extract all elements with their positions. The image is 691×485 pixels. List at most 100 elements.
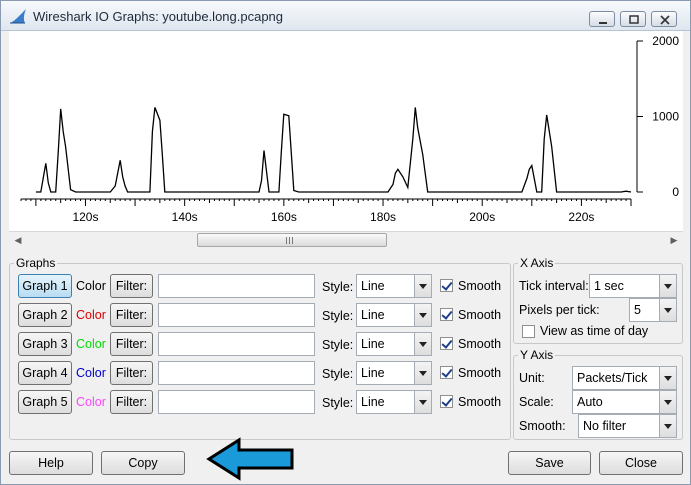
x-tick-label: 160s [271,210,297,224]
chevron-down-icon[interactable] [659,415,676,437]
chevron-down-icon[interactable] [659,367,676,389]
graph-2-smooth-label: Smooth [458,308,502,322]
scroll-left-icon[interactable]: ◀ [11,233,25,247]
chevron-down-icon[interactable] [414,333,431,355]
graphs-group: Graphs Graph 1 Color Filter: Style: Line… [9,256,511,440]
y-axis-group: Y Axis Unit: Packets/Tick Scale: Auto Sm… [513,348,683,440]
scroll-grip-icon [286,237,295,244]
graph-4-filter-input[interactable] [158,361,315,385]
graph-1-color-label[interactable]: Color [76,279,106,293]
unit-select[interactable]: Packets/Tick [572,366,677,390]
scale-value: Auto [577,395,603,409]
copy-button[interactable]: Copy [101,451,185,475]
y-tick-label: 0 [672,185,679,199]
graph-5-smooth-checkbox[interactable] [440,395,453,408]
scale-label: Scale: [519,395,554,409]
chevron-down-icon[interactable] [414,362,431,384]
graph-5-smooth-label: Smooth [458,395,502,409]
graph-4-color-label[interactable]: Color [76,366,106,380]
view-as-time-checkbox[interactable] [522,325,535,338]
graph-4-button[interactable]: Graph 4 [18,361,72,385]
chevron-down-icon[interactable] [414,275,431,297]
scale-select[interactable]: Auto [572,390,677,414]
x-tick-label: 180s [370,210,396,224]
graph-1-button[interactable]: Graph 1 [18,274,72,298]
chevron-down-icon[interactable] [659,299,676,321]
close-window-button[interactable] [651,11,677,27]
graph-1-filter-input[interactable] [158,274,315,298]
graph-4-smooth-checkbox[interactable] [440,366,453,379]
graph-3-smooth-checkbox[interactable] [440,337,453,350]
x-tick-label: 140s [172,210,198,224]
chevron-down-icon[interactable] [659,391,676,413]
time-scrollbar[interactable]: ◀ ▶ [9,231,683,248]
unit-label: Unit: [519,371,545,385]
view-as-time-label: View as time of day [540,324,649,338]
unit-value: Packets/Tick [577,371,648,385]
graph-1-style-value: Line [361,279,385,293]
chevron-down-icon[interactable] [659,275,676,297]
graph-3-color-label[interactable]: Color [76,337,106,351]
graph-3-filter-button[interactable]: Filter: [110,332,153,356]
chevron-down-icon[interactable] [414,304,431,326]
graph-2-style-select[interactable]: Line [356,303,432,327]
scroll-right-icon[interactable]: ▶ [667,233,681,247]
title-bar: Wireshark IO Graphs: youtube.long.pcapng [1,1,690,31]
y-axis-legend: Y Axis [518,348,556,362]
chevron-down-icon[interactable] [414,391,431,413]
graph-1-style-label: Style: [322,280,354,294]
x-tick-label: 120s [72,210,98,224]
y-smooth-select[interactable]: No filter [578,414,677,438]
maximize-icon [629,15,639,24]
tick-interval-select[interactable]: 1 sec [589,274,677,298]
graph-1-filter-button[interactable]: Filter: [110,274,153,298]
graph-4-style-value: Line [361,366,385,380]
y-smooth-value: No filter [583,419,627,433]
graph-2-color-label[interactable]: Color [76,308,106,322]
y-tick-label: 1000 [652,110,679,124]
series-line-1 [35,107,632,193]
y-tick-label: 2000 [652,34,679,48]
graph-2-style-label: Style: [322,309,354,323]
graph-1-smooth-checkbox[interactable] [440,279,453,292]
x-axis-group: X Axis Tick interval: 1 sec Pixels per t… [513,256,683,344]
graph-3-button[interactable]: Graph 3 [18,332,72,356]
graph-3-filter-input[interactable] [158,332,315,356]
tick-interval-label: Tick interval: [519,279,589,293]
maximize-button[interactable] [620,11,646,27]
graph-5-color-label[interactable]: Color [76,395,106,409]
graph-3-style-label: Style: [322,338,354,352]
wireshark-fin-icon [10,9,26,24]
graph-1-smooth-label: Smooth [458,279,502,293]
graph-5-style-select[interactable]: Line [356,390,432,414]
close-button[interactable]: Close [599,451,683,475]
graph-5-filter-input[interactable] [158,390,315,414]
graph-2-filter-input[interactable] [158,303,315,327]
graph-4-style-select[interactable]: Line [356,361,432,385]
graph-4-filter-button[interactable]: Filter: [110,361,153,385]
graph-5-button[interactable]: Graph 5 [18,390,72,414]
graph-4-style-label: Style: [322,367,354,381]
pixels-per-tick-select[interactable]: 5 [629,298,677,322]
graph-2-filter-button[interactable]: Filter: [110,303,153,327]
graph-2-style-value: Line [361,308,385,322]
graph-3-style-value: Line [361,337,385,351]
help-button[interactable]: Help [9,451,93,475]
graph-2-button[interactable]: Graph 2 [18,303,72,327]
graph-1-style-select[interactable]: Line [356,274,432,298]
graph-3-style-select[interactable]: Line [356,332,432,356]
x-axis-legend: X Axis [518,256,556,270]
scroll-thumb[interactable] [197,233,387,247]
graph-5-style-label: Style: [322,396,354,410]
x-tick-label: 220s [568,210,594,224]
graph-5-filter-button[interactable]: Filter: [110,390,153,414]
left-arrow-icon [206,437,294,481]
y-smooth-label: Smooth: [519,419,566,433]
graph-5-style-value: Line [361,395,385,409]
pixels-per-tick-value: 5 [634,303,641,317]
minimize-button[interactable] [589,11,615,27]
save-button[interactable]: Save [508,451,591,475]
io-graph-plot[interactable]: 120s 140s 160s 180s 200s 220s 2000 1000 0 [9,31,683,231]
graph-2-smooth-checkbox[interactable] [440,308,453,321]
graphs-legend: Graphs [14,256,58,270]
